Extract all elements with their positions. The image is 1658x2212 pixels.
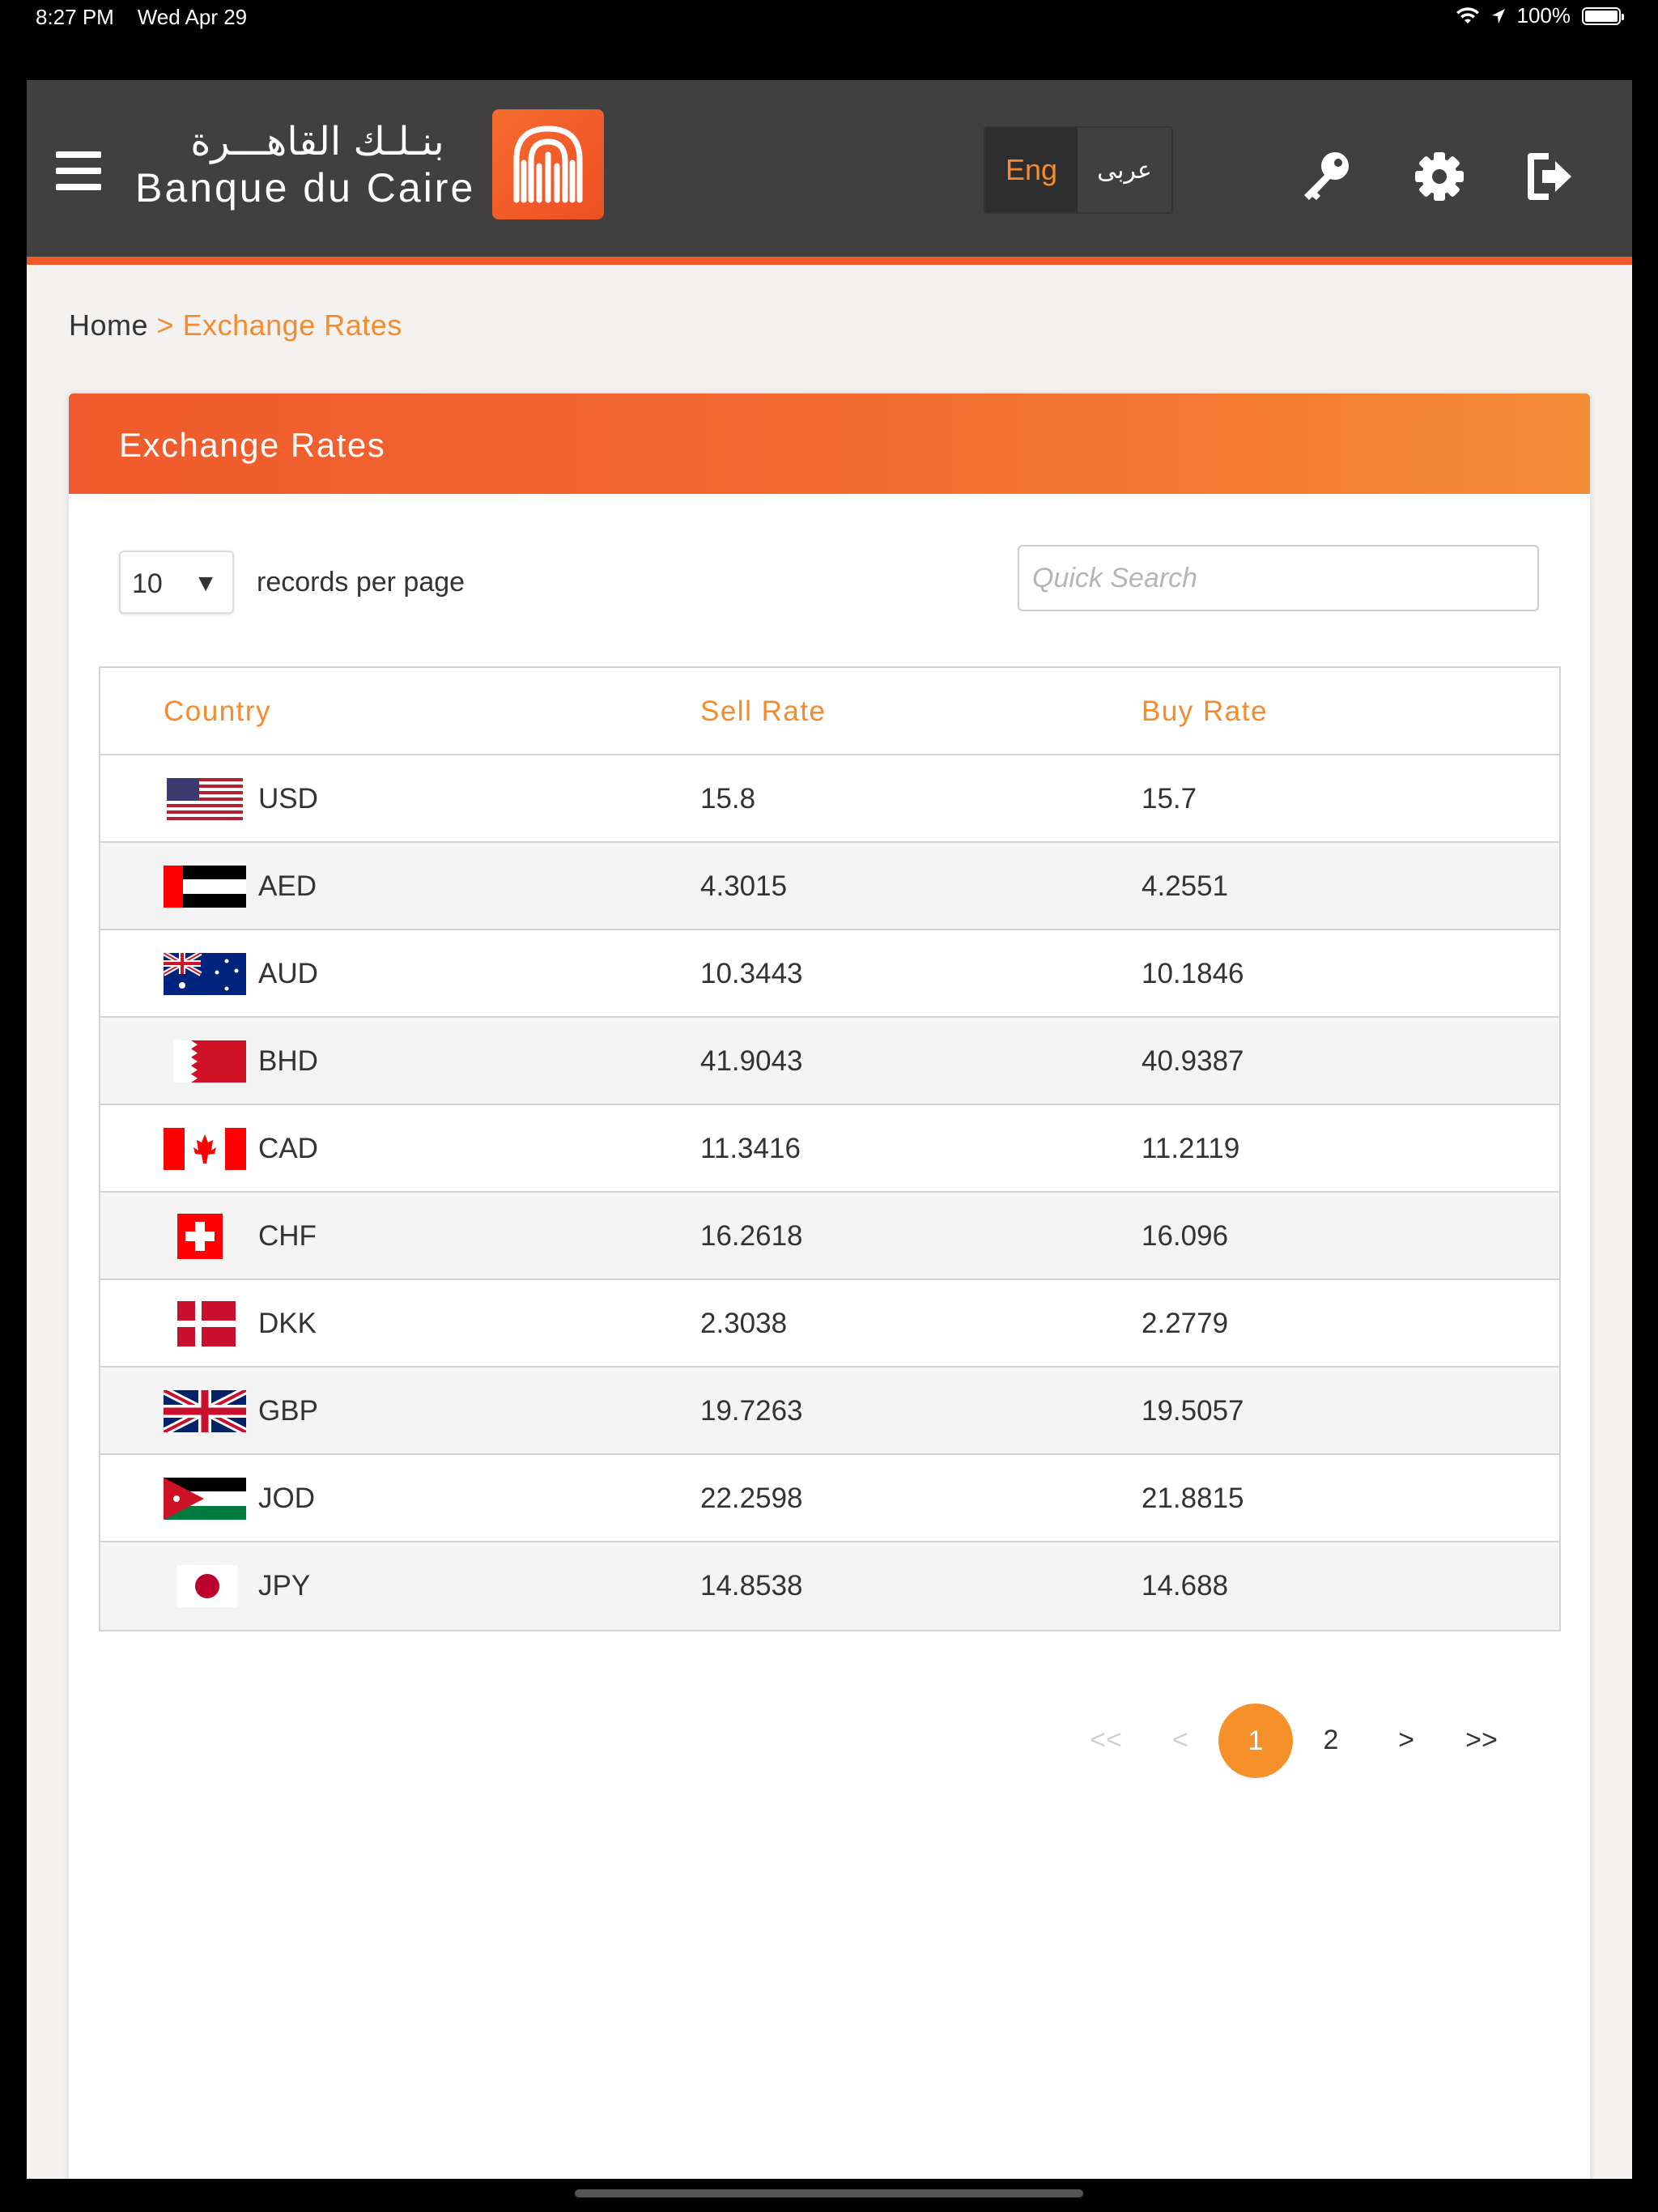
- home-indicator[interactable]: [575, 2189, 1083, 2197]
- table-row: JPY 14.8538 14.688: [100, 1542, 1559, 1630]
- bank-logo-icon: [492, 109, 604, 219]
- buy-rate: 10.1846: [1141, 958, 1244, 989]
- pagination-first-button[interactable]: <<: [1069, 1704, 1142, 1776]
- currency-code: JOD: [258, 1482, 315, 1514]
- table-row: JOD 22.2598 21.8815: [100, 1455, 1559, 1542]
- denmark-flag-icon: [177, 1301, 236, 1346]
- currency-code: AUD: [258, 958, 318, 989]
- currency-code: BHD: [258, 1045, 318, 1077]
- table-row: CHF 16.2618 16.096: [100, 1193, 1559, 1280]
- exchange-rates-card: Exchange Rates 10 ▼ records per page Cou…: [69, 393, 1590, 2179]
- language-english-button[interactable]: Eng: [985, 128, 1078, 212]
- language-arabic-button[interactable]: عربى: [1078, 128, 1171, 212]
- records-per-page-label: records per page: [257, 567, 466, 598]
- table-row: USD 15.8 15.7: [100, 755, 1559, 843]
- sell-rate: 22.2598: [700, 1482, 803, 1514]
- menu-icon[interactable]: [56, 151, 101, 190]
- australia-flag-icon: [164, 953, 246, 995]
- chevron-down-icon: ▼: [193, 570, 218, 597]
- pagination-page-2[interactable]: 2: [1295, 1704, 1367, 1776]
- sell-rate: 14.8538: [700, 1570, 803, 1602]
- bahrain-flag-icon: [173, 1040, 246, 1083]
- sell-rate: 2.3038: [700, 1308, 788, 1339]
- sell-rate: 11.3416: [700, 1133, 801, 1164]
- app-window: بنـلـك القاهـــرة Banque du Caire Eng عر…: [27, 80, 1632, 2179]
- currency-code: JPY: [258, 1570, 311, 1602]
- table-row: GBP 19.7263 19.5057: [100, 1368, 1559, 1455]
- card-header: Exchange Rates: [69, 393, 1590, 494]
- buy-rate: 15.7: [1141, 783, 1197, 815]
- buy-rate: 11.2119: [1141, 1133, 1240, 1164]
- records-per-page-select[interactable]: 10 ▼: [119, 551, 234, 614]
- quick-search-input[interactable]: [1018, 545, 1539, 611]
- records-per-page-value: 10: [132, 568, 163, 599]
- header-accent-line: [27, 257, 1632, 265]
- pagination-prev-button[interactable]: <: [1144, 1704, 1217, 1776]
- status-time-text: 8:27 PM: [36, 5, 114, 29]
- buy-rate: 16.096: [1141, 1220, 1229, 1252]
- currency-code: DKK: [258, 1308, 317, 1339]
- currency-code: AED: [258, 870, 317, 902]
- breadcrumb-current: Exchange Rates: [182, 308, 402, 342]
- column-header-country[interactable]: Country: [164, 696, 271, 728]
- uk-flag-icon: [164, 1390, 246, 1432]
- exchange-rates-table: Country Sell Rate Buy Rate USD 15.8 15.7: [99, 666, 1561, 1631]
- logo-arabic-text: بنـلـك القاهـــرة: [190, 119, 444, 164]
- table-row: AED 4.3015 4.2551: [100, 843, 1559, 930]
- column-header-buy-rate[interactable]: Buy Rate: [1141, 696, 1268, 728]
- sell-rate: 4.3015: [700, 870, 788, 902]
- location-arrow-icon: [1491, 8, 1505, 23]
- pagination-last-button[interactable]: >>: [1445, 1704, 1518, 1776]
- currency-code: USD: [258, 783, 318, 815]
- table-row: DKK 2.3038 2.2779: [100, 1280, 1559, 1368]
- sell-rate: 10.3443: [700, 958, 803, 989]
- status-indicators: 100%: [1456, 3, 1624, 28]
- breadcrumb: Home > Exchange Rates: [69, 308, 402, 342]
- breadcrumb-home-link[interactable]: Home: [69, 308, 148, 342]
- canada-flag-icon: [164, 1128, 246, 1170]
- buy-rate: 21.8815: [1141, 1482, 1244, 1514]
- top-bar: بنـلـك القاهـــرة Banque du Caire Eng عر…: [27, 80, 1632, 257]
- breadcrumb-separator: >: [156, 308, 175, 342]
- sell-rate: 16.2618: [700, 1220, 803, 1252]
- sell-rate: 15.8: [700, 783, 756, 815]
- japan-flag-icon: [177, 1565, 237, 1607]
- language-switcher: Eng عربى: [984, 126, 1173, 214]
- table-row: CAD 11.3416 11.2119: [100, 1105, 1559, 1193]
- buy-rate: 4.2551: [1141, 870, 1229, 902]
- sell-rate: 41.9043: [700, 1045, 803, 1077]
- pagination-next-button[interactable]: >: [1370, 1704, 1443, 1776]
- buy-rate: 2.2779: [1141, 1308, 1229, 1339]
- status-date-text: Wed Apr 29: [137, 5, 248, 29]
- usa-flag-icon: [167, 778, 243, 820]
- currency-code: CAD: [258, 1133, 318, 1164]
- logo-english-text: Banque du Caire: [135, 165, 476, 211]
- buy-rate: 40.9387: [1141, 1045, 1244, 1077]
- buy-rate: 14.688: [1141, 1570, 1229, 1602]
- jordan-flag-icon: [164, 1478, 246, 1520]
- status-time: 8:27 PM Wed Apr 29: [36, 5, 247, 30]
- switzerland-flag-icon: [177, 1214, 223, 1259]
- key-icon[interactable]: [1298, 148, 1354, 205]
- table-row: AUD 10.3443 10.1846: [100, 930, 1559, 1018]
- pagination-page-1[interactable]: 1: [1218, 1704, 1293, 1778]
- battery-percent: 100%: [1516, 3, 1571, 28]
- uae-flag-icon: [164, 866, 246, 908]
- table-row: BHD 41.9043 40.9387: [100, 1018, 1559, 1105]
- column-header-sell-rate[interactable]: Sell Rate: [700, 696, 827, 728]
- currency-code: GBP: [258, 1395, 318, 1427]
- logout-icon[interactable]: [1521, 148, 1578, 205]
- battery-icon: [1582, 6, 1624, 25]
- buy-rate: 19.5057: [1141, 1395, 1244, 1427]
- currency-code: CHF: [258, 1220, 317, 1252]
- card-title: Exchange Rates: [119, 426, 386, 464]
- wifi-icon: [1456, 6, 1479, 23]
- table-header-row: Country Sell Rate Buy Rate: [100, 668, 1559, 755]
- sell-rate: 19.7263: [700, 1395, 803, 1427]
- gear-icon[interactable]: [1411, 148, 1468, 205]
- status-bar: 8:27 PM Wed Apr 29 100%: [0, 0, 1658, 79]
